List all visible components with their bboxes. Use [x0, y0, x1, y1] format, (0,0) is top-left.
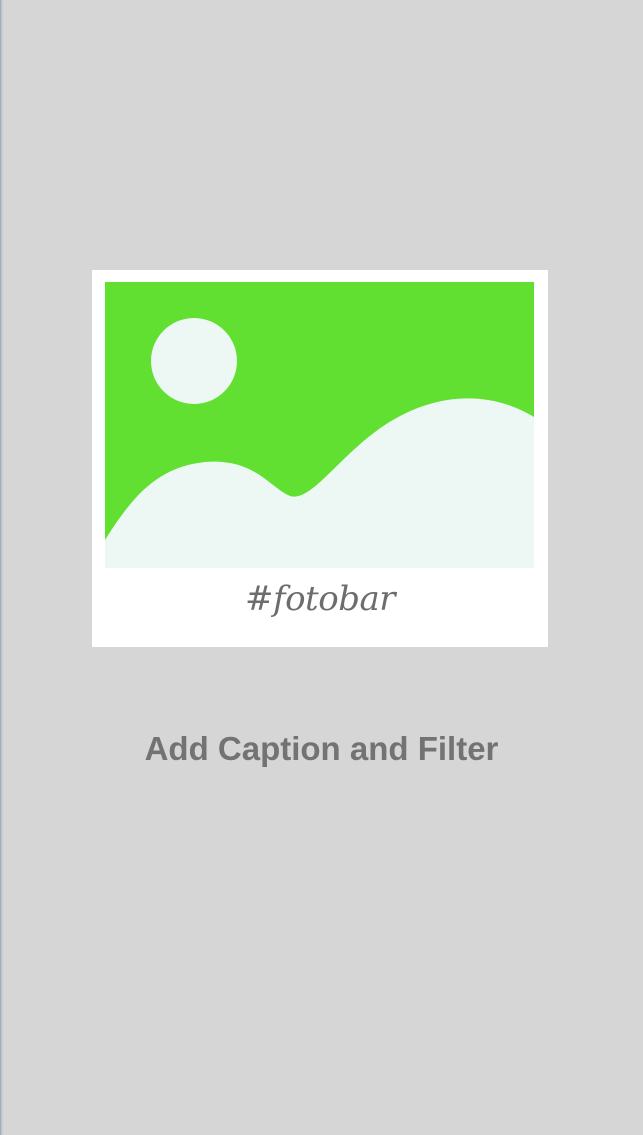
add-caption-and-filter-button[interactable]: Add Caption and Filter: [0, 728, 643, 770]
photo-preview-card[interactable]: #fotobar: [92, 270, 548, 647]
sun-shape: [151, 318, 237, 404]
caption-hashtag: #fotobar: [245, 579, 395, 619]
screen: #fotobar Add Caption and Filter: [0, 0, 643, 1135]
landscape-photo-icon: [105, 282, 534, 568]
left-edge-shadow: [0, 0, 4, 1135]
